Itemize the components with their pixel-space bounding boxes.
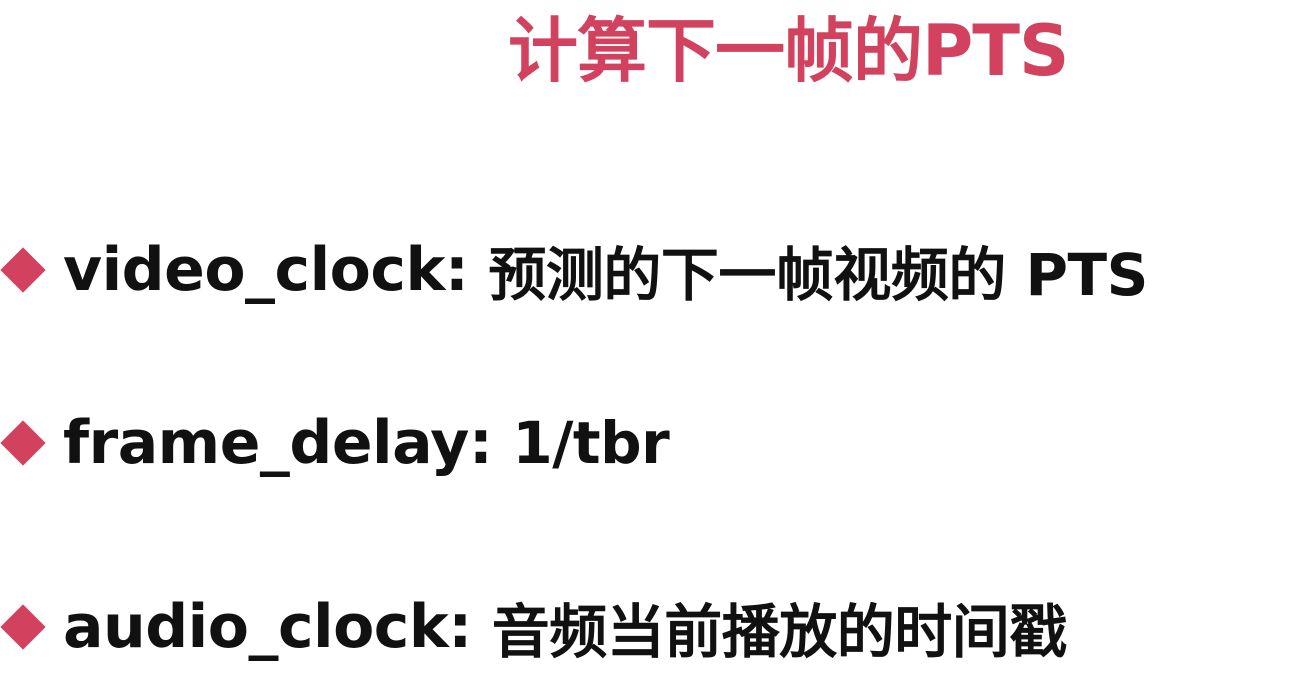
bullet-term: frame_delay:: [63, 408, 493, 478]
bullet-item-frame-delay: frame_delay: 1/tbr: [0, 398, 670, 488]
bullet-item-video-clock: video_clock: 预测的下一帧视频的 PTS: [0, 225, 1148, 315]
bullet-description: 预测的下一帧视频的 PTS: [488, 241, 1148, 309]
slide: 计算下一帧的PTS video_clock: 预测的下一帧视频的 PTS fra…: [0, 0, 1298, 688]
bullet-description: 1/tbr: [512, 409, 670, 477]
slide-title: 计算下一帧的PTS: [508, 10, 1069, 92]
bullet-description: 音频当前播放的时间戳: [491, 598, 1068, 666]
bullet-item-audio-clock: audio_clock: 音频当前播放的时间戳: [0, 582, 1067, 672]
bullet-term: video_clock:: [63, 235, 469, 305]
diamond-bullet-icon: [0, 247, 46, 293]
bullet-term: audio_clock:: [63, 592, 472, 662]
diamond-bullet-icon: [0, 604, 46, 650]
diamond-bullet-icon: [0, 420, 46, 466]
